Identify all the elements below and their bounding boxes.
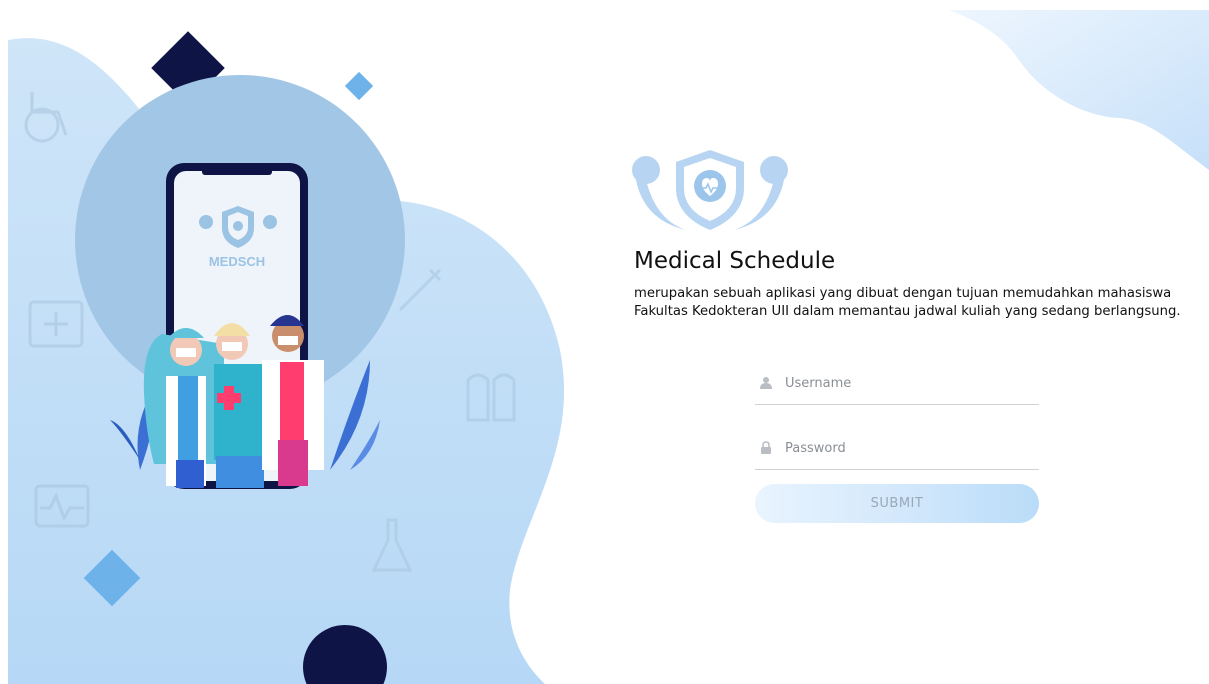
lock-icon — [761, 441, 771, 454]
user-icon — [760, 377, 772, 389]
app-description: merupakan sebuah aplikasi yang dibuat de… — [634, 286, 1181, 319]
submit-button[interactable]: SUBMIT — [755, 484, 1039, 523]
doctors-illustration — [143, 315, 324, 488]
hero-illustration: MEDSCH — [8, 31, 565, 684]
phone-logo-text: MEDSCH — [209, 254, 265, 269]
password-input[interactable] — [783, 439, 1027, 457]
username-input[interactable] — [783, 374, 1027, 392]
login-form: SUBMIT — [755, 362, 1039, 523]
password-field-row — [755, 427, 1039, 470]
username-field-row — [755, 362, 1039, 405]
corner-blob-shape — [949, 10, 1209, 170]
page-title: Medical Schedule — [634, 248, 836, 274]
brand-logo-icon — [632, 150, 788, 230]
small-diamond-shape — [344, 71, 374, 101]
